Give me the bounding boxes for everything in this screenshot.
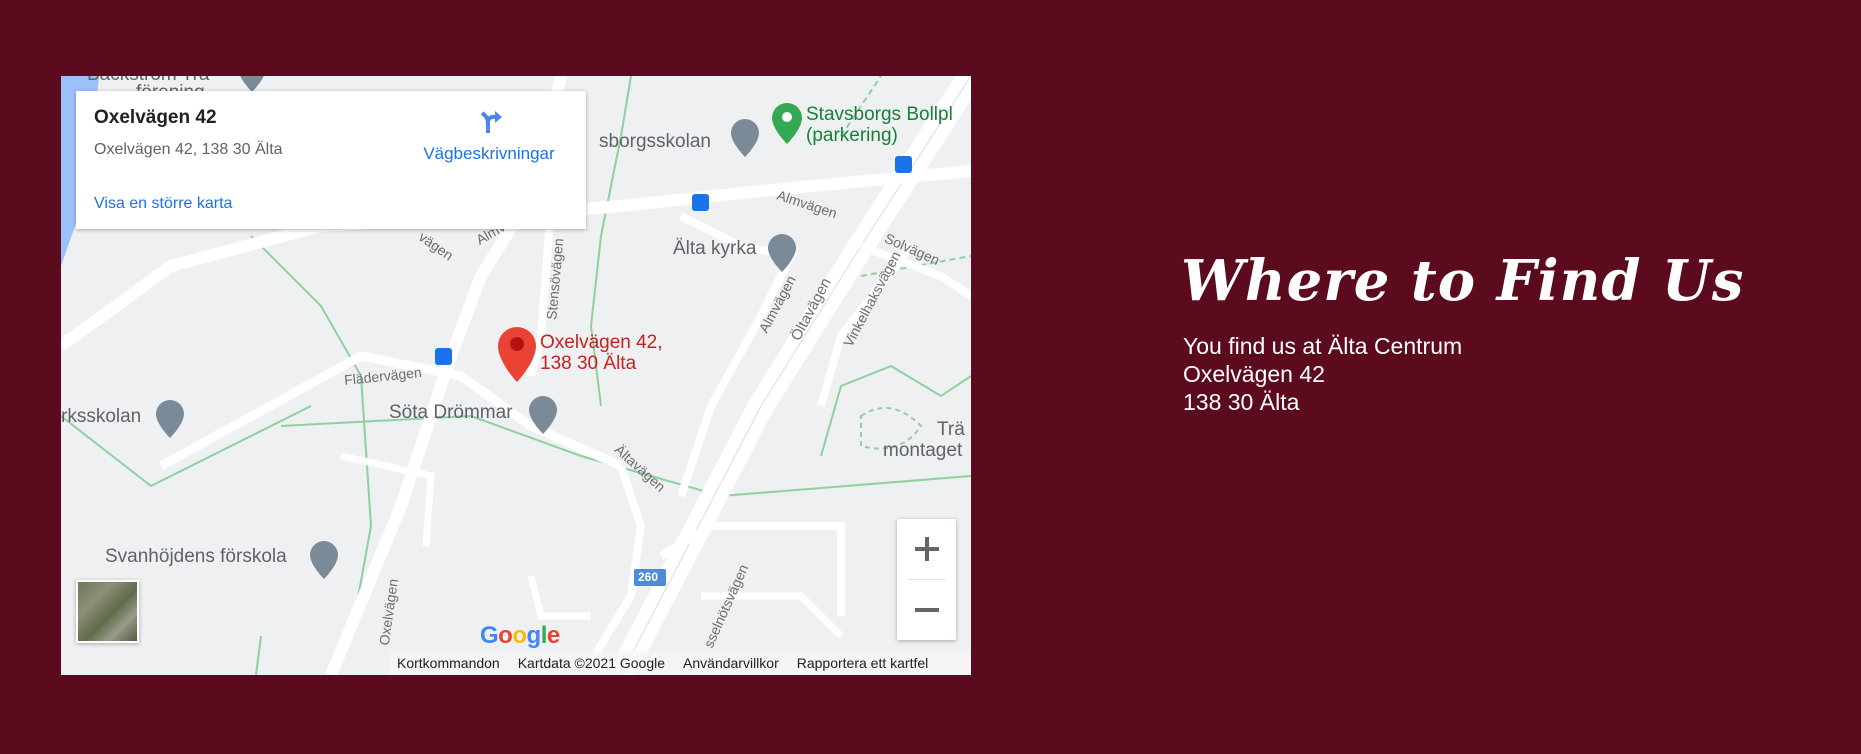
place-title: Oxelvägen 42: [94, 107, 217, 128]
address-line-intro: You find us at Älta Centrum: [1183, 333, 1463, 359]
address-line-street: Oxelvägen 42: [1183, 361, 1325, 387]
zoom-in-button[interactable]: [897, 519, 956, 579]
zoom-controls: [897, 519, 956, 640]
larger-map-link[interactable]: Visa en större karta: [94, 195, 232, 213]
place-label: rksskolan: [61, 406, 142, 427]
place-info-card: Oxelvägen 42 Oxelvägen 42, 138 30 Älta V…: [76, 91, 586, 229]
report-error-link[interactable]: Rapportera ett kartfel: [797, 655, 929, 671]
terms-link[interactable]: Användarvillkor: [683, 655, 779, 671]
map-data-attribution: Kartdata ©2021 Google: [517, 655, 666, 671]
place-label: sborgsskolan: [599, 131, 711, 152]
place-label: Svanhöjdens förskola: [105, 546, 287, 567]
directions-icon: [480, 111, 502, 133]
place-label: montaget: [883, 440, 963, 461]
google-logo: Google: [480, 622, 560, 649]
section-heading: Where to Find Us: [1181, 248, 1745, 314]
marker-label: 138 30 Älta: [540, 353, 637, 374]
place-label: Stavsborgs Bollpl: [806, 104, 953, 125]
place-label: Älta kyrka: [673, 238, 757, 259]
embedded-map[interactable]: Bäckström Trä förening sborgsskolan Stav…: [61, 76, 971, 675]
satellite-toggle[interactable]: [76, 580, 139, 643]
route-shield: 260: [638, 570, 659, 584]
minus-icon: [914, 608, 939, 612]
address-block: You find us at Älta Centrum Oxelvägen 42…: [1183, 332, 1462, 416]
place-label: Trä: [937, 419, 965, 440]
marker-label: Oxelvägen 42,: [540, 332, 663, 353]
map-footer: Kortkommandon Kartdata ©2021 Google Anvä…: [389, 651, 971, 675]
zoom-out-button[interactable]: [897, 580, 956, 640]
keyboard-shortcuts-link[interactable]: Kortkommandon: [397, 655, 500, 671]
place-label: (parkering): [806, 125, 898, 146]
directions-label: Vägbeskrivningar: [423, 144, 555, 163]
plus-icon: [914, 537, 939, 561]
address-line-postcode: 138 30 Älta: [1183, 389, 1300, 415]
place-address: Oxelvägen 42, 138 30 Älta: [94, 141, 283, 158]
directions-button[interactable]: Vägbeskrivningar: [414, 105, 564, 164]
place-label: Söta Drömmar: [389, 402, 513, 423]
